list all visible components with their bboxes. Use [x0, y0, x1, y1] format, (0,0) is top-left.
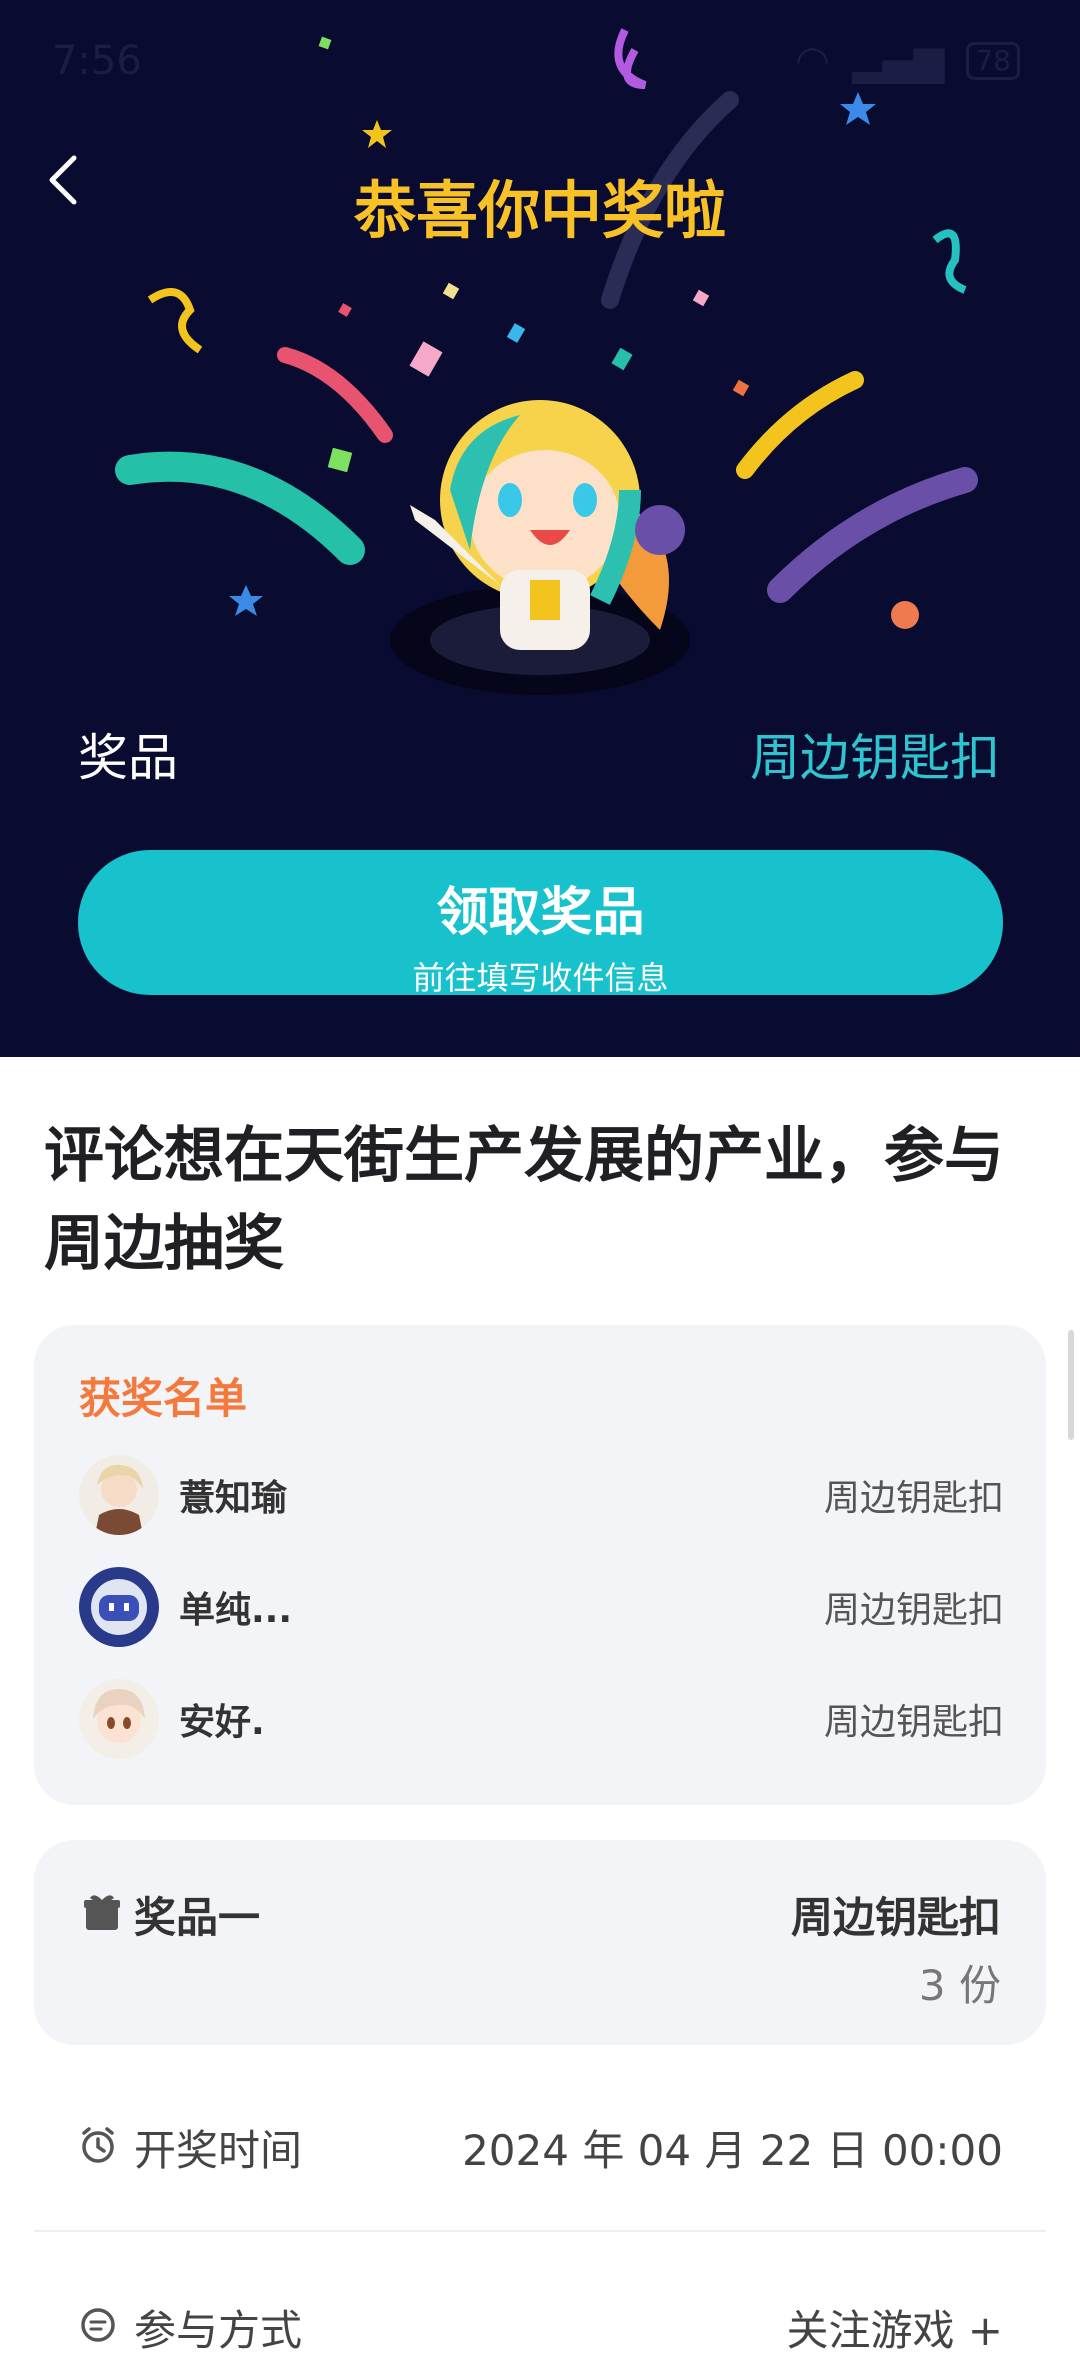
status-time: 7:56 [52, 38, 142, 84]
signal-icon: ▂▄▆ [852, 38, 945, 84]
prize-label: 奖品 [78, 729, 178, 787]
event-title: 评论想在天街生产发展的产业，参与周边抽奖 [44, 1121, 1004, 1279]
draw-time-value: 2024 年 04 月 22 日 00:00 [462, 2126, 1003, 2175]
winner-prize: 周边钥匙扣 [823, 1478, 1004, 1519]
prize-card: 奖品一 周边钥匙扣 3 份 [34, 1840, 1046, 2045]
status-bar: 7:56 ◠ ▂▄▆ 78 [0, 30, 1080, 90]
winner-name: 安好. [179, 1702, 265, 1743]
winners-card: 获奖名单 薏知瑜 周边钥匙扣 单纯... 周边钥匙扣 安好. 周边钥匙扣 [34, 1325, 1046, 1805]
winner-name: 薏知瑜 [179, 1478, 288, 1519]
alarm-clock-icon [82, 2127, 114, 2163]
main-content: 评论想在天街生产发展的产业，参与周边抽奖 获奖名单 薏知瑜 周边钥匙扣 单纯..… [0, 1057, 1080, 2355]
scrollbar[interactable] [1068, 1330, 1074, 1440]
prize-name: 奖品一 [134, 1893, 261, 1942]
winner-row[interactable]: 薏知瑜 周边钥匙扣 [79, 1455, 1004, 1535]
draw-time-label: 开奖时间 [134, 2126, 303, 2175]
prize-item: 周边钥匙扣 [790, 1893, 1001, 1942]
chat-icon [81, 2308, 115, 2342]
winner-prize: 周边钥匙扣 [823, 1702, 1004, 1743]
claim-prize-button[interactable]: 领取奖品 前往填写收件信息 [78, 850, 1003, 997]
prize-count: 3 份 [918, 1961, 1001, 2010]
status-icons: ◠ ▂▄▆ 78 [795, 38, 1020, 84]
claim-button-label: 领取奖品 [436, 883, 645, 943]
hero-banner: 7:56 ◠ ▂▄▆ 78 恭喜你中奖啦 奖品 周边钥匙扣 领取奖品 前往填写收… [0, 0, 1080, 1057]
page-title: 恭喜你中奖啦 [353, 174, 726, 247]
mascot-illustration [390, 400, 690, 695]
battery-icon: 78 [966, 42, 1020, 80]
participation-row[interactable]: 参与方式 关注游戏 + [78, 2287, 1003, 2357]
avatar [79, 1679, 159, 1759]
participation-label: 参与方式 [134, 2306, 303, 2355]
follow-game-button[interactable]: 关注游戏 + [786, 2297, 1003, 2358]
avatar [79, 1567, 159, 1647]
divider [34, 2230, 1046, 2232]
winner-prize: 周边钥匙扣 [823, 1590, 1004, 1631]
claim-button-sublabel: 前往填写收件信息 [412, 959, 669, 997]
gift-icon [84, 1895, 120, 1930]
prize-value: 周边钥匙扣 [750, 729, 1000, 787]
winners-heading: 获奖名单 [79, 1374, 248, 1423]
avatar [79, 1455, 159, 1535]
draw-time-row: 开奖时间 2024 年 04 月 22 日 00:00 [78, 2107, 1003, 2177]
winner-row[interactable]: 安好. 周边钥匙扣 [79, 1679, 1004, 1759]
winner-name: 单纯... [179, 1590, 293, 1631]
winner-row[interactable]: 单纯... 周边钥匙扣 [79, 1567, 1004, 1647]
wifi-icon: ◠ [795, 38, 831, 84]
